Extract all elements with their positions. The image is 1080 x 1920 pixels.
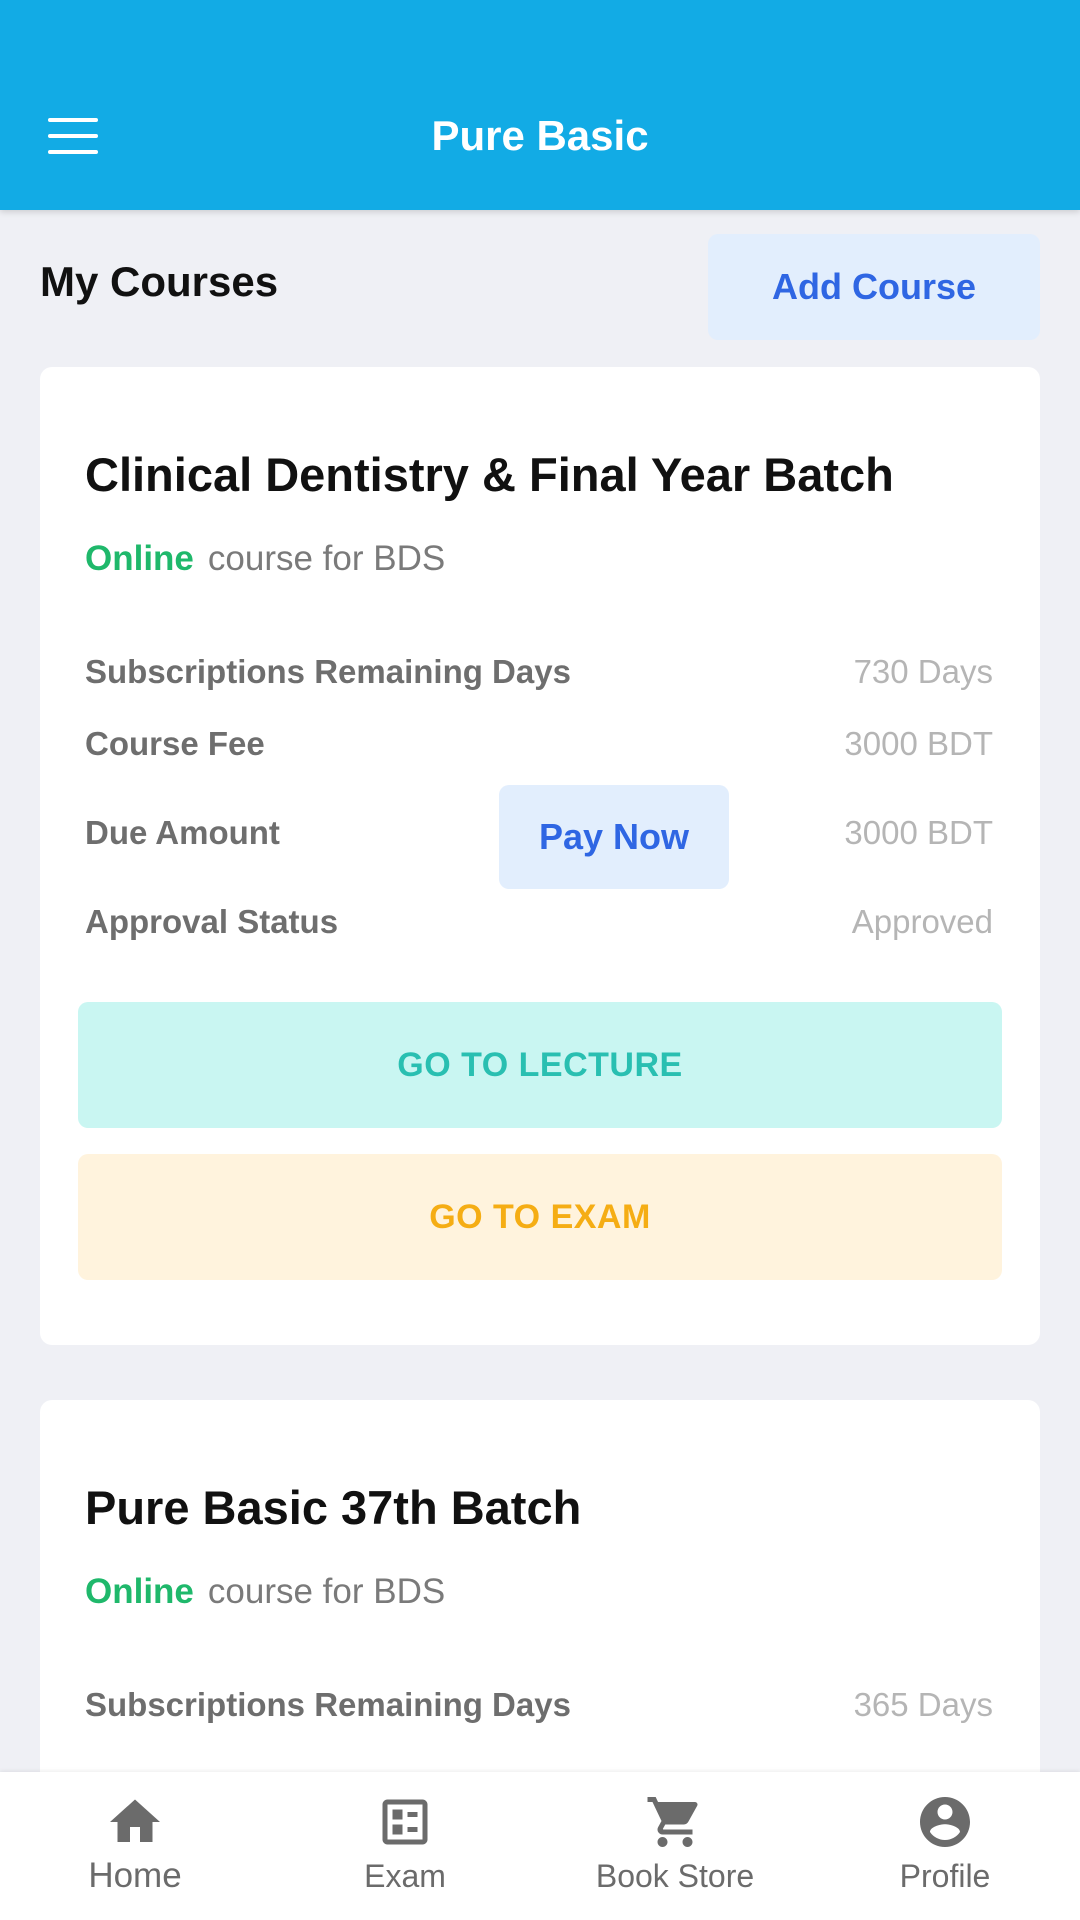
course-title: Clinical Dentistry & Final Year Batch [85,448,894,501]
nav-item-book-store[interactable]: Book Store [540,1772,810,1920]
remaining-days-label: Subscriptions Remaining Days [85,1686,571,1723]
remaining-days-value: 365 Days [853,1686,993,1723]
section-title: My Courses [40,258,279,305]
remaining-days-label: Subscriptions Remaining Days [85,653,571,690]
course-mode: Online [85,539,194,578]
exam-icon [382,1799,428,1845]
course-audience: course for BDS [207,539,446,578]
course-audience: course for BDS [207,1572,446,1611]
course-fee-label: Course Fee [85,725,265,762]
course-mode: Online [85,1572,194,1611]
pay-now-button[interactable]: Pay Now [499,785,729,889]
bottom-navigation: Home Exam Book Store Profile [0,1772,1080,1920]
go-to-lecture-button[interactable]: GO TO LECTURE [78,1002,1002,1128]
due-amount-label: Due Amount [85,814,280,851]
course-subtitle: Online course for BDS [85,539,445,579]
nav-item-exam[interactable]: Exam [270,1772,540,1920]
course-card: Clinical Dentistry & Final Year Batch On… [40,367,1040,1345]
course-subtitle: Online course for BDS [85,1572,445,1612]
nav-item-home[interactable]: Home [0,1772,270,1920]
profile-icon [920,1797,970,1847]
nav-label: Exam [364,1858,446,1894]
nav-label: Home [88,1856,182,1895]
cart-icon [647,1797,698,1847]
app-bar: Pure Basic [0,0,1080,210]
remaining-days-value: 730 Days [853,653,993,690]
course-fee-value: 3000 BDT [844,725,993,762]
nav-label: Book Store [595,1858,755,1894]
nav-item-profile[interactable]: Profile [810,1772,1080,1920]
nav-label: Profile [899,1858,991,1894]
approval-status-label: Approval Status [85,903,339,940]
my-courses-header: My Courses Add Course [40,234,1040,340]
go-to-exam-button[interactable]: GO TO EXAM [78,1154,1002,1280]
app-title: Pure Basic [431,112,649,159]
approval-status-value: Approved [851,903,993,940]
course-title: Pure Basic 37th Batch [85,1481,582,1534]
add-course-button[interactable]: Add Course [708,234,1040,340]
due-amount-value: 3000 BDT [844,814,993,851]
home-icon [110,1799,160,1842]
